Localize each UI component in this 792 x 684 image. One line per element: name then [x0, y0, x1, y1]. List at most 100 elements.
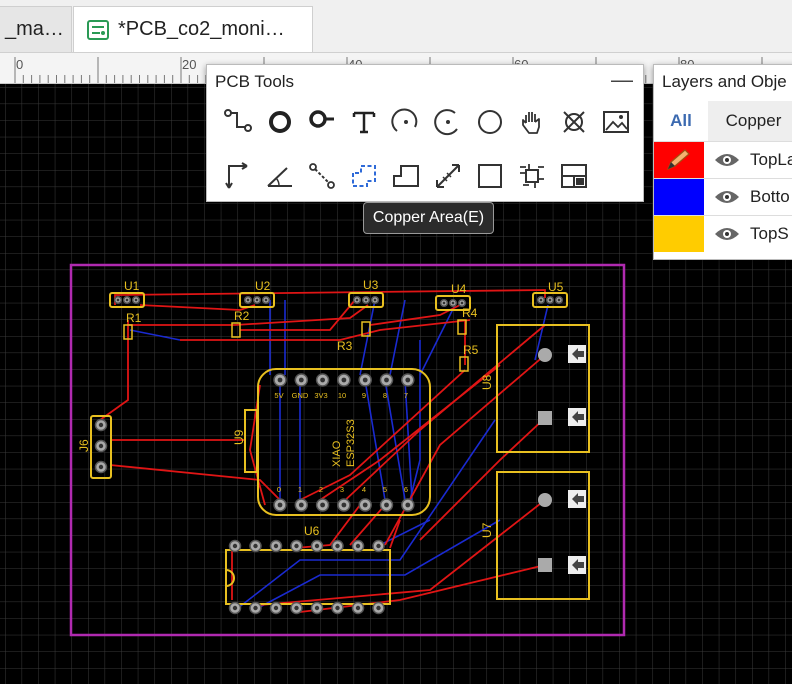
tooltip: Copper Area(E) — [363, 202, 494, 234]
tab-copper[interactable]: Copper — [708, 101, 792, 141]
pad-hole — [232, 605, 238, 611]
pad-hole — [246, 298, 250, 302]
eye-icon[interactable] — [714, 187, 740, 207]
label-r4: R4 — [462, 306, 478, 320]
pan-hand-button[interactable] — [515, 105, 549, 139]
pad-hole — [298, 502, 304, 508]
pad-icon — [309, 110, 334, 128]
layers-tabs: All Copper — [654, 101, 792, 141]
svg-text:3: 3 — [340, 485, 344, 494]
ruler-label: 20 — [182, 57, 197, 72]
svg-text:2: 2 — [319, 485, 323, 494]
ratline-button[interactable] — [305, 159, 339, 193]
pad-hole — [442, 301, 446, 305]
pad-hole — [253, 605, 258, 611]
solid-region-button[interactable] — [389, 159, 423, 193]
tab-previous-document[interactable]: _ma… — [0, 6, 72, 52]
arc-icon — [391, 108, 418, 132]
pcb-tools-title: PCB Tools — [215, 72, 295, 91]
measure-button[interactable] — [431, 159, 465, 193]
dimension-icon — [225, 162, 248, 189]
pad-hole — [264, 298, 268, 302]
pad-hole — [294, 605, 299, 611]
pad-hole — [273, 605, 279, 611]
via-icon — [269, 111, 291, 133]
pad-hole — [273, 543, 279, 549]
svg-text:3V3: 3V3 — [314, 391, 327, 400]
via-button[interactable] — [263, 105, 297, 139]
pad-hole — [376, 543, 381, 549]
tab-pcb-document[interactable]: *PCB_co2_moni… — [73, 6, 313, 52]
pad-hole — [557, 298, 561, 302]
pad-hole — [134, 298, 138, 302]
pad-hole — [314, 605, 320, 611]
angle-button[interactable] — [263, 159, 297, 193]
pad-hole — [362, 502, 368, 508]
tab-all[interactable]: All — [654, 101, 708, 141]
rectangle-icon — [478, 164, 502, 188]
layer-row-top[interactable]: TopLa — [654, 141, 792, 178]
copper-area-icon — [352, 165, 376, 187]
layer-color-swatch[interactable] — [654, 216, 704, 252]
minimize-button[interactable]: — — [611, 67, 633, 93]
svg-text:4: 4 — [362, 485, 366, 494]
label-mcu-2: ESP32S3 — [345, 419, 357, 467]
layer-row-bottom[interactable]: Botto — [654, 178, 792, 215]
pad-hole — [98, 422, 104, 428]
route-track-icon — [224, 109, 252, 132]
component-button[interactable] — [515, 159, 549, 193]
text-button[interactable] — [347, 105, 381, 139]
image-button[interactable] — [599, 105, 633, 139]
pcb-document-icon — [87, 19, 109, 40]
layer-color-swatch[interactable] — [654, 142, 704, 178]
arc-button[interactable] — [389, 105, 423, 139]
label-u6: U6 — [304, 524, 320, 538]
pad-hole — [314, 543, 320, 549]
layer-name: Botto — [750, 187, 790, 206]
dimension-button[interactable] — [221, 159, 255, 193]
pad-hole — [364, 298, 368, 302]
pad-hole — [355, 543, 361, 549]
pad-hole — [384, 377, 389, 383]
text-icon — [352, 111, 376, 134]
pad-hole — [362, 377, 368, 383]
angle-icon — [267, 167, 292, 187]
center-arc-button[interactable] — [431, 105, 465, 139]
svg-text:7: 7 — [404, 391, 408, 400]
tab-label: _ma… — [5, 18, 64, 40]
pad-button[interactable] — [305, 105, 339, 139]
copper-area-button[interactable] — [347, 159, 381, 193]
measure-icon — [436, 164, 460, 188]
label-r1: R1 — [126, 311, 142, 325]
layers-panel: Layers and Obje All Copper TopLa Botto T… — [653, 64, 792, 260]
svg-text:8: 8 — [383, 391, 387, 400]
label-u3: U3 — [363, 278, 379, 292]
pad-hole — [253, 543, 258, 549]
pad-hole — [294, 543, 299, 549]
pad-hole — [232, 543, 238, 549]
pad-hole — [451, 301, 455, 305]
eye-icon[interactable] — [714, 150, 740, 170]
label-u2: U2 — [255, 279, 271, 293]
svg-text:GND: GND — [292, 391, 309, 400]
pad-hole — [384, 502, 389, 508]
label-u9: U9 — [232, 429, 246, 445]
rectangle-button[interactable] — [473, 159, 507, 193]
eye-icon[interactable] — [714, 224, 740, 244]
pad-hole — [405, 377, 411, 383]
layer-color-swatch[interactable] — [654, 179, 704, 215]
route-track-button[interactable] — [221, 105, 255, 139]
layer-row-topsilk[interactable]: TopS — [654, 215, 792, 252]
solid-region-icon — [393, 165, 419, 187]
board-outline-button[interactable] — [557, 159, 591, 193]
image-icon — [603, 111, 629, 133]
no-connect-button[interactable] — [557, 105, 591, 139]
component-icon — [520, 164, 544, 188]
svg-text:1: 1 — [298, 485, 302, 494]
circle-button[interactable] — [473, 105, 507, 139]
svg-text:5V: 5V — [274, 391, 283, 400]
pad-hole — [460, 301, 464, 305]
board-outline-icon — [561, 164, 587, 188]
svg-text:10: 10 — [338, 391, 346, 400]
label-mcu-1: XIAO — [331, 440, 343, 467]
